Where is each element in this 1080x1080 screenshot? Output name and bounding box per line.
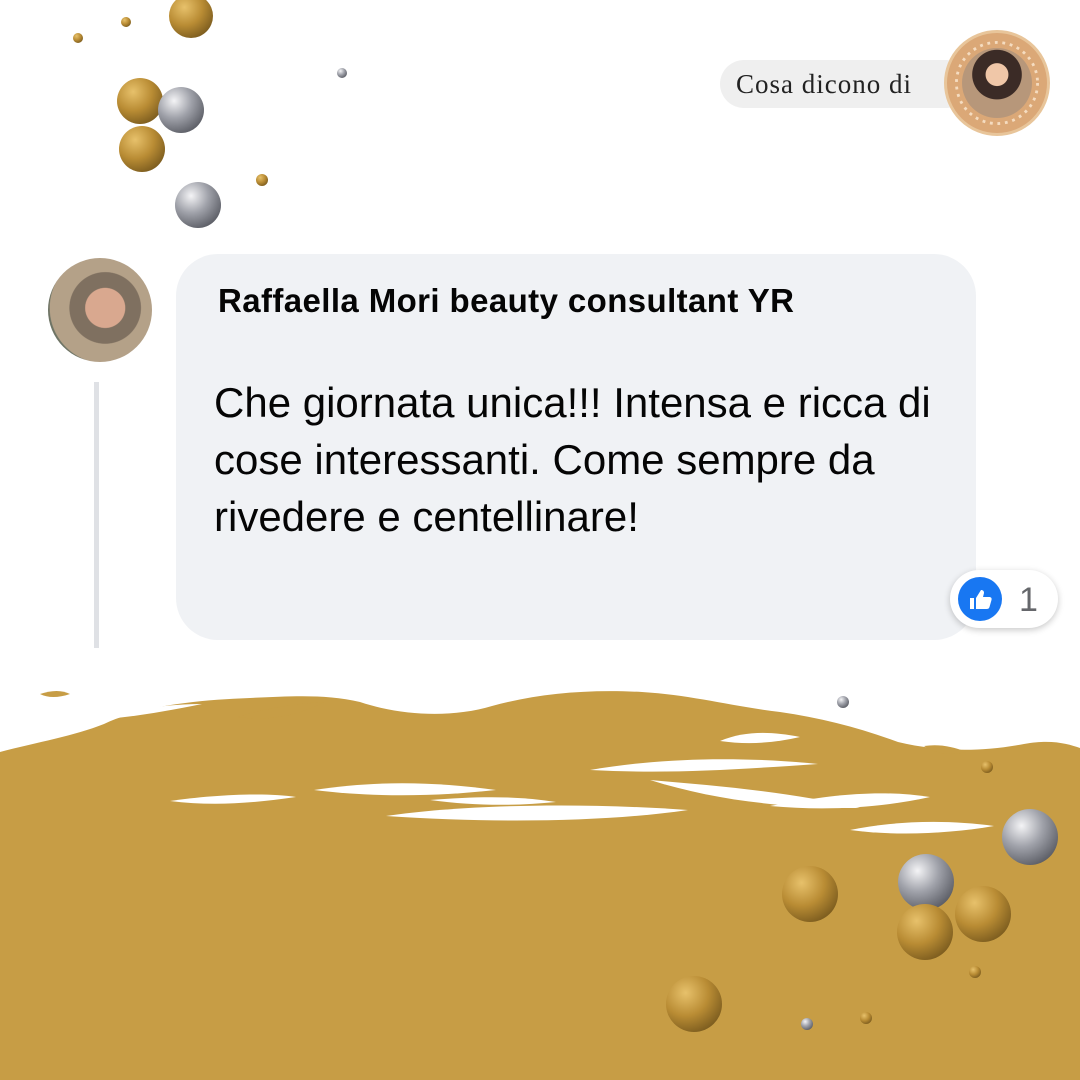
comment-text: Che giornata unica!!! Intensa e ricca di… xyxy=(214,379,931,540)
comment-author-name[interactable]: Raffaella Mori beauty consultant YR xyxy=(218,278,958,324)
thumb-up-icon xyxy=(970,590,992,609)
brand-logo-icon xyxy=(944,30,1050,136)
thread-line xyxy=(94,382,99,648)
testimonial-heading: Cosa dicono di xyxy=(736,69,912,99)
commenter-avatar[interactable] xyxy=(48,258,152,362)
reaction-count: 1 xyxy=(1019,581,1038,619)
confetti-top-left xyxy=(73,0,347,228)
badge-ring-icon xyxy=(955,41,1039,125)
like-icon xyxy=(958,577,1002,621)
